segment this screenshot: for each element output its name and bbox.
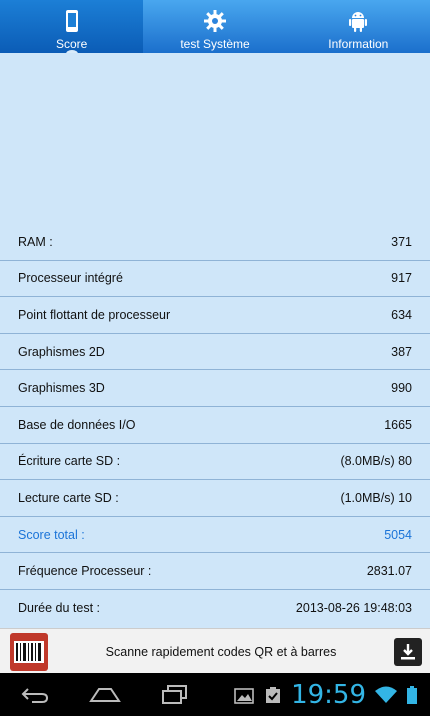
result-row-sd-write: Écriture carte SD : (8.0MB/s) 80 — [0, 444, 430, 481]
result-value: 990 — [391, 381, 412, 396]
result-label: Durée du test : — [18, 601, 100, 616]
ad-banner[interactable]: Scanne rapidement codes QR et à barres — [0, 628, 430, 674]
result-label: Lecture carte SD : — [18, 490, 119, 505]
tab-information[interactable]: Information — [287, 0, 430, 53]
result-row-database: Base de données I/O 1665 — [0, 407, 430, 444]
clipboard-check-icon — [266, 686, 281, 703]
home-button[interactable] — [70, 673, 140, 716]
tab-label: test Système — [180, 37, 250, 51]
tab-bar: Score test Système Information — [0, 0, 430, 58]
result-value: 917 — [391, 271, 412, 286]
result-label: Score total : — [18, 527, 85, 542]
result-row-2d: Graphismes 2D 387 — [0, 334, 430, 371]
tab-test-systeme[interactable]: test Système — [143, 0, 286, 53]
banner-text: Scanne rapidement codes QR et à barres — [105, 644, 337, 659]
result-value: 371 — [391, 234, 412, 249]
result-value: (8.0MB/s) 80 — [340, 454, 412, 469]
phone-icon — [65, 10, 78, 32]
tab-label: Information — [328, 37, 389, 51]
result-value: 634 — [391, 307, 412, 322]
download-icon[interactable] — [394, 637, 422, 666]
barcode-icon — [10, 632, 48, 671]
system-navigation-bar: 19:59 — [0, 673, 430, 716]
result-row-total: Score total : 5054 — [0, 517, 430, 554]
result-label: Processeur intégré — [18, 271, 123, 286]
result-label: Fréquence Processeur : — [18, 564, 152, 579]
result-label: Graphismes 3D — [18, 381, 105, 396]
result-value: 1665 — [384, 417, 412, 432]
gear-icon — [203, 10, 226, 32]
result-label: Base de données I/O — [18, 417, 136, 432]
result-row-ram: RAM : 371 — [0, 224, 430, 261]
result-label: Graphismes 2D — [18, 344, 105, 359]
recent-apps-icon — [162, 684, 187, 704]
wifi-icon — [375, 686, 397, 703]
gallery-icon — [234, 687, 254, 704]
tab-label: Score — [55, 37, 88, 51]
result-label: RAM : — [18, 234, 53, 249]
result-row-cpu-frequency: Fréquence Processeur : 2831.07 — [0, 553, 430, 590]
result-value: 5054 — [384, 527, 412, 542]
battery-icon — [407, 685, 417, 704]
result-label: Point flottant de processeur — [18, 307, 171, 322]
status-clock: 19:59 — [291, 679, 366, 710]
result-row-sd-read: Lecture carte SD : (1.0MB/s) 10 — [0, 480, 430, 517]
status-area: 19:59 — [233, 680, 430, 710]
back-icon — [21, 687, 49, 703]
result-value: 2831.07 — [366, 564, 412, 579]
recent-apps-button[interactable] — [140, 673, 210, 716]
result-label: Écriture carte SD : — [18, 454, 121, 469]
result-row-float: Point flottant de processeur 634 — [0, 297, 430, 334]
result-row-duration: Durée du test : 2013-08-26 19:48:03 — [0, 590, 430, 627]
home-icon — [89, 687, 121, 702]
result-row-3d: Graphismes 3D 990 — [0, 370, 430, 407]
result-value: (1.0MB/s) 10 — [340, 490, 412, 505]
result-row-integer: Processeur intégré 917 — [0, 261, 430, 298]
result-value: 2013-08-26 19:48:03 — [295, 601, 412, 616]
results-list: RAM : 371 Processeur intégré 917 Point flo… — [0, 224, 430, 627]
score-panel: RAM : 371 Processeur intégré 917 Point flo… — [0, 53, 430, 628]
result-value: 387 — [391, 344, 412, 359]
tab-score[interactable]: Score — [0, 0, 144, 58]
back-button[interactable] — [0, 673, 70, 716]
android-icon — [349, 12, 368, 32]
